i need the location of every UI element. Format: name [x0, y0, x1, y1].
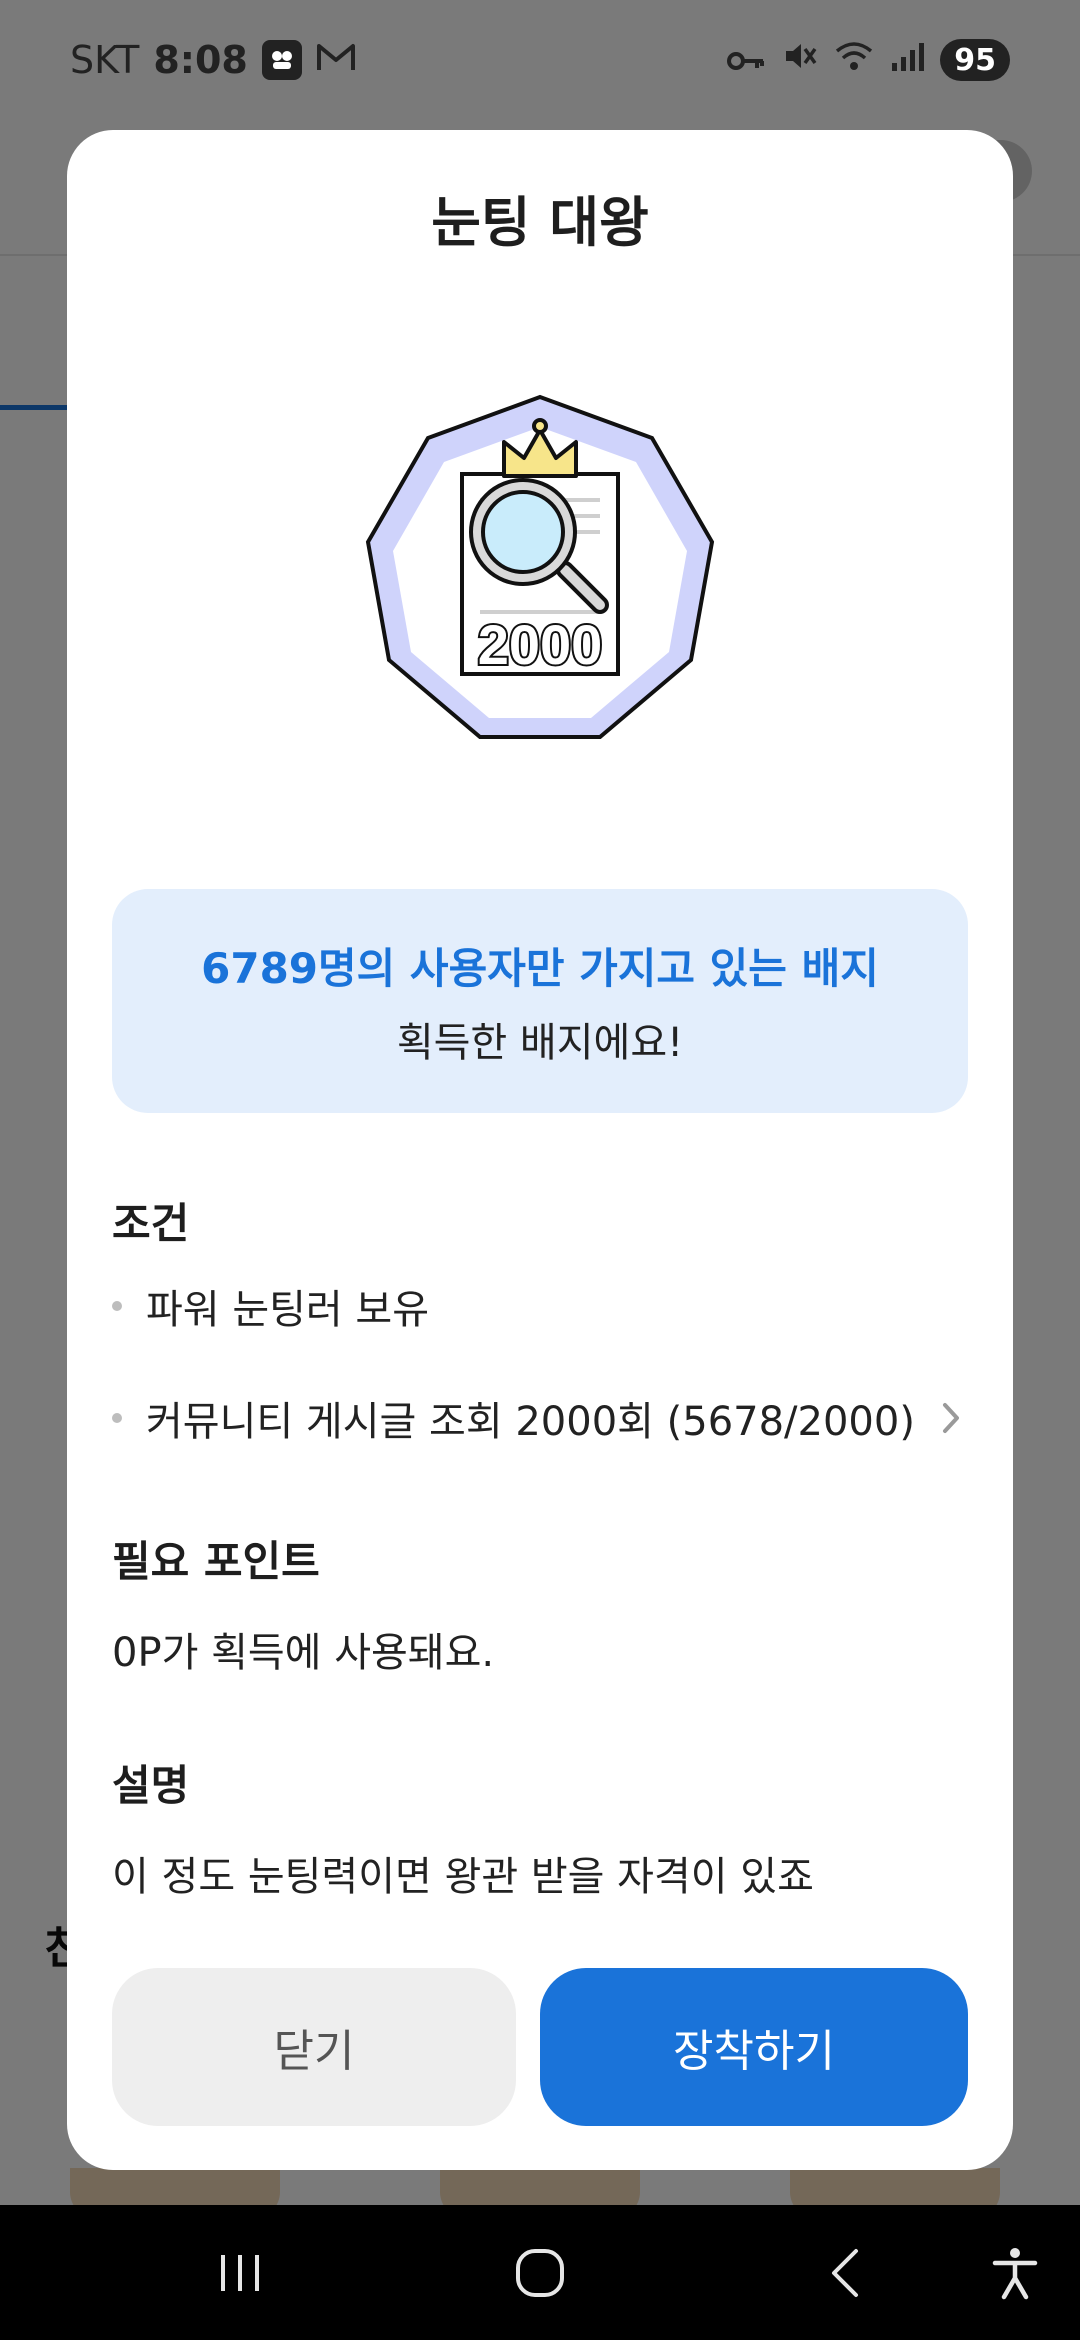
- carrier-label: SKT: [70, 38, 140, 82]
- wifi-icon: [834, 38, 874, 82]
- battery-indicator: 95: [940, 39, 1010, 81]
- clock: 8:08: [153, 38, 248, 82]
- equip-button[interactable]: 장착하기: [540, 1968, 968, 2126]
- points-body: 0P가 획득에 사용돼요.: [112, 1630, 495, 1676]
- modal-title: 눈팅 대왕: [431, 191, 649, 254]
- signal-icon: [890, 38, 925, 82]
- rarity-subtext: 획득한 배지에요!: [396, 1019, 684, 1066]
- condition-text: 커뮤니티 게시글 조회 2000회 (5678/2000): [146, 1399, 915, 1445]
- badge-illustration: 2000: [365, 394, 715, 739]
- condition-item-link[interactable]: 커뮤니티 게시글 조회 2000회 (5678/2000): [112, 1388, 968, 1448]
- badge-number: 2000: [478, 613, 603, 676]
- description-heading: 설명: [112, 1761, 190, 1810]
- badge-detail-modal: 눈팅 대왕 2000 6789명의 사용자만 가지고 있는 배지 획득한 배지에…: [67, 130, 1013, 2170]
- points-heading: 필요 포인트: [112, 1537, 320, 1586]
- recent-apps-icon[interactable]: [190, 2205, 290, 2340]
- bullet-icon: [112, 1413, 122, 1423]
- accessibility-icon[interactable]: [975, 2205, 1055, 2340]
- badge-image: 2000: [360, 392, 720, 752]
- chat-app-icon: [261, 40, 302, 80]
- condition-text: 파워 눈팅러 보유: [146, 1287, 430, 1333]
- status-bar: SKT 8:08 95: [0, 0, 1080, 120]
- rarity-text: 6789명의 사용자만 가지고 있는 배지: [201, 943, 879, 993]
- mute-icon: [782, 38, 818, 83]
- gmail-icon: [316, 38, 356, 82]
- vpn-key-icon: [726, 38, 766, 82]
- description-body: 이 정도 눈팅력이면 왕관 받을 자격이 있죠: [112, 1854, 814, 1900]
- home-icon[interactable]: [490, 2205, 590, 2340]
- condition-item: 파워 눈팅러 보유: [112, 1276, 968, 1336]
- bullet-icon: [112, 1301, 122, 1311]
- back-icon[interactable]: [795, 2205, 895, 2340]
- navigation-bar: [0, 2205, 1080, 2340]
- rarity-banner: 6789명의 사용자만 가지고 있는 배지 획득한 배지에요!: [112, 889, 968, 1113]
- conditions-heading: 조건: [112, 1199, 190, 1248]
- close-button[interactable]: 닫기: [112, 1968, 516, 2126]
- chevron-right-icon: [934, 1398, 968, 1438]
